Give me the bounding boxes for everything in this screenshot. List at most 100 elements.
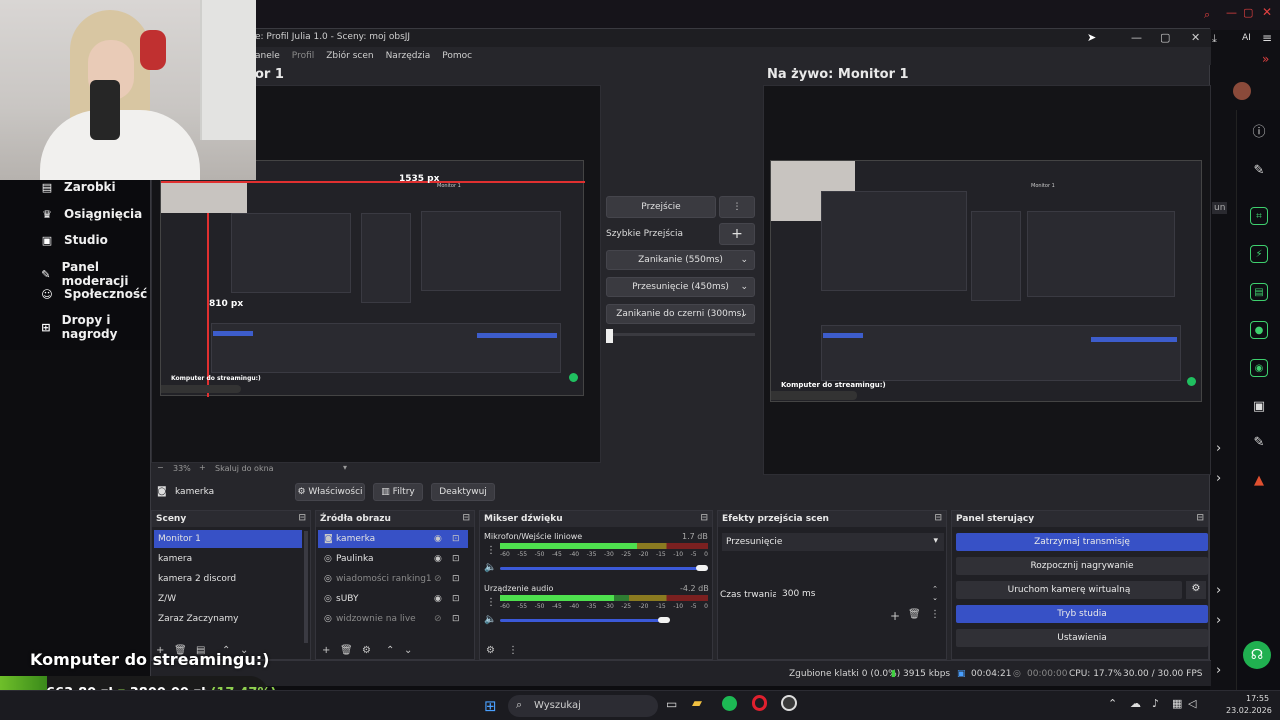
down-arrow-icon[interactable]: ⌄: [404, 645, 412, 656]
zoom-mode[interactable]: Skaluj do okna: [215, 464, 274, 473]
source-item[interactable]: kamerka: [318, 530, 468, 548]
quick-transition-fade-black[interactable]: Zanikanie do czerni (300ms) ⌄: [606, 304, 755, 324]
trash-icon[interactable]: 🗑: [908, 609, 921, 620]
maximize-browser-icon[interactable]: ▢: [1243, 6, 1253, 19]
kebab-menu-icon[interactable]: ⋮: [930, 609, 940, 620]
spin-up-icon[interactable]: ⌃: [932, 585, 938, 593]
chevron-right-icon[interactable]: »: [1262, 52, 1269, 66]
quick-transition-slide[interactable]: Przesunięcie (450ms) ⌄: [606, 277, 755, 297]
zoom-out-button[interactable]: −: [157, 463, 164, 472]
chevron-right-icon[interactable]: ›: [1216, 613, 1221, 628]
clock-time[interactable]: 17:55: [1246, 694, 1269, 703]
clock-date[interactable]: 23.02.2026: [1226, 706, 1272, 715]
transition-button[interactable]: Przejście: [606, 196, 716, 218]
nav-item-drops[interactable]: ⊞ Dropy i nagrody: [40, 313, 152, 341]
scene-item[interactable]: kamera 2 discord: [154, 570, 302, 588]
transition-menu-button[interactable]: ⋮: [719, 196, 755, 218]
obs-icon[interactable]: [781, 695, 797, 711]
undock-icon[interactable]: ⊟: [462, 513, 470, 523]
volume-slider[interactable]: [500, 619, 666, 622]
source-item[interactable]: wiadomości ranking1: [318, 570, 468, 588]
help-button[interactable]: ☊: [1243, 641, 1271, 669]
gear-icon[interactable]: ⚙: [362, 645, 371, 656]
undock-icon[interactable]: ⊟: [934, 513, 942, 523]
chevron-right-icon[interactable]: ›: [1216, 471, 1221, 486]
start-virtual-camera-button[interactable]: Uruchom kamerę wirtualną: [956, 581, 1182, 599]
nav-item-moderation[interactable]: ✎ Panel moderacji: [40, 260, 152, 288]
network-icon[interactable]: ▦: [1172, 697, 1182, 710]
deactivate-button[interactable]: Deaktywuj: [431, 483, 495, 501]
search-icon[interactable]: ⌕: [1204, 8, 1210, 22]
tray-chevron-icon[interactable]: ⌃: [1108, 697, 1117, 710]
close-browser-icon[interactable]: ✕: [1262, 5, 1272, 19]
spotify-icon[interactable]: [722, 696, 737, 711]
up-arrow-icon[interactable]: ⌃: [386, 645, 394, 656]
speaker-icon[interactable]: 🔈: [484, 614, 496, 625]
volume-slider-knob[interactable]: [696, 565, 708, 571]
window-icon[interactable]: ▣: [1249, 396, 1269, 416]
minimize-icon[interactable]: —: [1131, 31, 1142, 44]
menu-scene-collection[interactable]: Zbiór scen: [326, 51, 373, 61]
lock-icon[interactable]: ⊡: [452, 594, 460, 604]
scene-item[interactable]: Monitor 1: [154, 530, 302, 548]
source-item[interactable]: widzownie na live: [318, 610, 468, 628]
nav-item-community[interactable]: ☺ Społeczność: [40, 287, 147, 301]
folder-icon[interactable]: ▰: [692, 696, 702, 711]
download-icon[interactable]: ⤓: [1212, 32, 1217, 46]
undock-icon[interactable]: ⊟: [298, 513, 306, 523]
eye-icon[interactable]: ◉: [434, 594, 442, 604]
quick-transition-fade[interactable]: Zanikanie (550ms) ⌄: [606, 250, 755, 270]
duration-input[interactable]: 300 ms ⌃ ⌄: [776, 585, 944, 603]
undock-icon[interactable]: ⊟: [700, 513, 708, 523]
broadcast-icon[interactable]: ◉: [1250, 359, 1268, 377]
nav-item-earnings[interactable]: ▤ Zarobki: [40, 180, 116, 194]
crop-icon[interactable]: ⌗: [1250, 207, 1268, 225]
windows-start-icon[interactable]: ⊞: [484, 697, 497, 715]
zoom-in-button[interactable]: +: [199, 463, 206, 472]
add-icon[interactable]: +: [890, 609, 900, 623]
transition-select[interactable]: Przesunięcie ▾: [722, 533, 944, 551]
add-icon[interactable]: +: [322, 645, 330, 656]
menu-tools[interactable]: Narzędzia: [386, 51, 431, 61]
start-recording-button[interactable]: Rozpocznij nagrywanie: [956, 557, 1208, 575]
properties-button[interactable]: ⚙ Właściwości: [295, 483, 365, 501]
eye-hidden-icon[interactable]: ⊘: [434, 574, 442, 584]
fire-icon[interactable]: ▲: [1249, 470, 1269, 490]
kebab-menu-icon[interactable]: ⋮: [486, 545, 496, 556]
volume-tray-icon[interactable]: ◁: [1188, 697, 1196, 710]
info-icon[interactable]: ⓘ: [1249, 120, 1269, 140]
virtual-camera-settings-button[interactable]: ⚙: [1186, 581, 1206, 599]
kebab-menu-icon[interactable]: ⋮: [486, 597, 496, 608]
task-view-icon[interactable]: ▭: [666, 697, 677, 711]
eye-icon[interactable]: ◉: [434, 534, 442, 544]
speaker-icon[interactable]: 🔈: [484, 562, 496, 573]
scene-item[interactable]: Zaraz Zaczynamy: [154, 610, 302, 628]
chevron-right-icon[interactable]: ›: [1216, 441, 1221, 456]
settings-button[interactable]: Ustawienia: [956, 629, 1208, 647]
eye-hidden-icon[interactable]: ⊘: [434, 614, 442, 624]
microphone-tray-icon[interactable]: ♪: [1152, 697, 1159, 710]
chevron-right-icon[interactable]: ›: [1216, 583, 1221, 598]
scene-item[interactable]: kamera: [154, 550, 302, 568]
menu-panels[interactable]: anele: [255, 51, 280, 61]
volume-slider[interactable]: [500, 567, 708, 570]
studio-mode-button[interactable]: Tryb studia: [956, 605, 1208, 623]
scene-item[interactable]: Z/W: [154, 590, 302, 608]
minimize-browser-icon[interactable]: —: [1226, 6, 1237, 19]
eye-icon[interactable]: ◉: [434, 554, 442, 564]
cloud-icon[interactable]: ☁: [1130, 697, 1141, 710]
nav-item-studio[interactable]: ▣ Studio: [40, 233, 108, 247]
lock-icon[interactable]: ⊡: [452, 554, 460, 564]
transition-slider-track[interactable]: [606, 333, 755, 336]
menu-help[interactable]: Pomoc: [442, 51, 472, 61]
spin-down-icon[interactable]: ⌄: [932, 594, 938, 602]
gear-icon[interactable]: ⚙: [486, 645, 495, 656]
maximize-icon[interactable]: ▢: [1160, 31, 1170, 44]
lock-icon[interactable]: ⊡: [452, 534, 460, 544]
source-item[interactable]: Paulinka: [318, 550, 468, 568]
menu-profile[interactable]: Profil: [292, 51, 314, 61]
lock-icon[interactable]: ⊡: [452, 614, 460, 624]
lock-icon[interactable]: ⊡: [452, 574, 460, 584]
source-item[interactable]: sUBY: [318, 590, 468, 608]
kebab-menu-icon[interactable]: ⋮: [508, 645, 518, 656]
